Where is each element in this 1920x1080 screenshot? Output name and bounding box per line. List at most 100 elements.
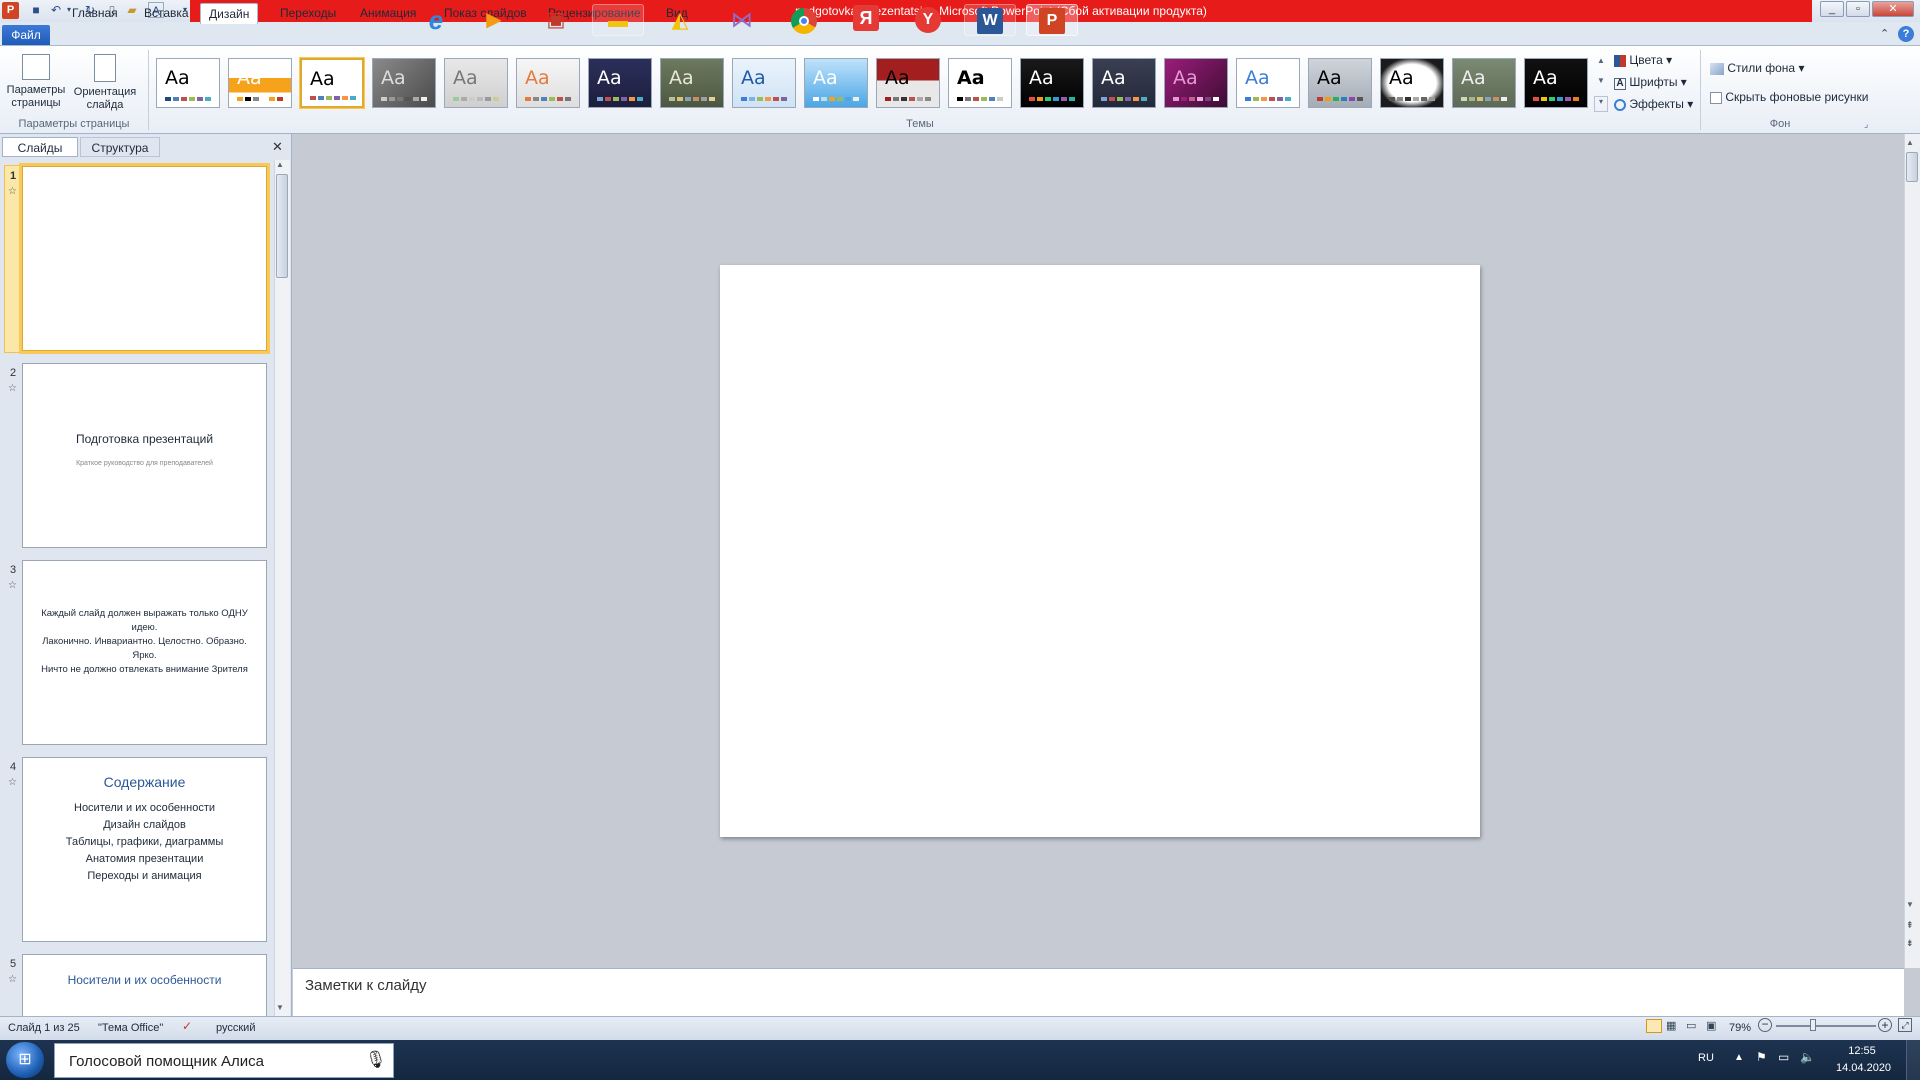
theme-thumbnail-13[interactable]: Aa bbox=[1020, 58, 1084, 108]
tab-file[interactable]: Файл bbox=[2, 25, 50, 45]
theme-name[interactable]: "Тема Office" bbox=[98, 1022, 163, 1034]
gallery-scroll-up-icon[interactable]: ▲ bbox=[1594, 56, 1608, 72]
tab-slides[interactable]: Слайды bbox=[2, 137, 78, 157]
gallery-scroll-down-icon[interactable]: ▼ bbox=[1594, 76, 1608, 92]
effects-button[interactable]: Эффекты ▾ bbox=[1614, 97, 1693, 111]
file-explorer-icon[interactable]: ▬ bbox=[592, 4, 644, 36]
language-indicator[interactable]: RU bbox=[1698, 1052, 1714, 1064]
yandex-browser-icon[interactable]: Y bbox=[902, 4, 954, 36]
winrar-icon[interactable]: ▣ bbox=[530, 4, 582, 36]
scroll-up-icon[interactable]: ▲ bbox=[1906, 138, 1914, 147]
normal-view-icon[interactable] bbox=[1646, 1019, 1662, 1033]
theme-thumbnail-6[interactable]: Aa bbox=[516, 58, 580, 108]
chrome-icon[interactable] bbox=[778, 4, 830, 36]
theme-thumbnail-3[interactable]: Aa bbox=[300, 58, 364, 108]
theme-thumbnail-16[interactable]: Aa bbox=[1236, 58, 1300, 108]
slide-sorter-icon[interactable]: ▦ bbox=[1666, 1019, 1676, 1032]
background-dialog-launcher-icon[interactable]: ⌟ bbox=[1864, 119, 1868, 130]
media-player-icon[interactable]: ▶ bbox=[468, 4, 520, 36]
theme-thumbnail-2[interactable]: Aa bbox=[228, 58, 292, 108]
tab-insert[interactable]: Вставка bbox=[136, 3, 197, 24]
theme-thumbnail-19[interactable]: Aa bbox=[1452, 58, 1516, 108]
powerpoint-taskbar-icon[interactable]: P bbox=[1026, 4, 1078, 36]
clock-date[interactable]: 14.04.2020 bbox=[1836, 1062, 1891, 1074]
reading-view-icon[interactable]: ▭ bbox=[1686, 1019, 1696, 1032]
undo-icon[interactable]: ↶ bbox=[48, 2, 64, 18]
slide-thumbnail-4[interactable]: Содержание Носители и их особенности Диз… bbox=[22, 757, 267, 942]
zoom-out-icon[interactable]: − bbox=[1758, 1018, 1772, 1032]
fonts-button[interactable]: A Шрифты ▾ bbox=[1614, 75, 1687, 90]
aimp-icon[interactable]: ◭ bbox=[654, 4, 706, 36]
theme-thumbnail-11[interactable]: Aa bbox=[876, 58, 940, 108]
show-hidden-icons-icon[interactable]: ▲ bbox=[1734, 1052, 1744, 1063]
next-slide-icon[interactable]: ⇟ bbox=[1906, 938, 1914, 949]
minimize-button[interactable]: _ bbox=[1820, 1, 1844, 17]
theme-thumbnail-18[interactable]: Aa bbox=[1380, 58, 1444, 108]
theme-thumbnail-9[interactable]: Aa bbox=[732, 58, 796, 108]
yandex-icon[interactable]: Я bbox=[840, 4, 892, 36]
spellcheck-icon[interactable]: ✓ bbox=[182, 1019, 192, 1033]
current-slide-canvas[interactable] bbox=[720, 265, 1480, 837]
fit-slide-icon[interactable]: ⤢ bbox=[1898, 1018, 1912, 1032]
tab-outline[interactable]: Структура bbox=[80, 137, 160, 157]
slides-panel-scrollbar[interactable] bbox=[274, 160, 290, 1016]
tab-home[interactable]: Главная bbox=[64, 3, 126, 24]
theme-thumbnail-14[interactable]: Aa bbox=[1092, 58, 1156, 108]
theme-thumbnail-17[interactable]: Aa bbox=[1308, 58, 1372, 108]
theme-thumbnail-1[interactable]: Aa bbox=[156, 58, 220, 108]
theme-thumbnail-12[interactable]: Aa bbox=[948, 58, 1012, 108]
volume-icon[interactable]: 🔈 bbox=[1800, 1050, 1815, 1064]
zoom-in-icon[interactable]: + bbox=[1878, 1018, 1892, 1032]
slideshow-icon[interactable]: ▣ bbox=[1706, 1019, 1716, 1032]
word-icon[interactable]: W bbox=[964, 4, 1016, 36]
theme-thumbnail-5[interactable]: Aa bbox=[444, 58, 508, 108]
theme-thumbnail-20[interactable]: Aa bbox=[1524, 58, 1588, 108]
slide-thumbnail-3[interactable]: Каждый слайд должен выражать только ОДНУ… bbox=[22, 560, 267, 745]
scroll-down-icon[interactable]: ▼ bbox=[1906, 900, 1914, 909]
fonts-label: Шрифты bbox=[1629, 75, 1678, 89]
show-desktop-button[interactable] bbox=[1906, 1040, 1920, 1080]
slide-thumbnail-5[interactable]: Носители и их особенности bbox=[22, 954, 267, 1016]
internet-explorer-icon[interactable]: e bbox=[410, 4, 462, 36]
background-styles-button[interactable]: Стили фона ▾ bbox=[1710, 61, 1804, 75]
slide-orientation-button[interactable]: Ориентация слайда bbox=[70, 52, 140, 118]
language[interactable]: русский bbox=[216, 1022, 255, 1034]
previous-slide-icon[interactable]: ⇞ bbox=[1906, 920, 1914, 931]
save-icon[interactable]: ■ bbox=[28, 2, 44, 18]
theme-thumbnail-7[interactable]: Aa bbox=[588, 58, 652, 108]
tab-transitions[interactable]: Переходы bbox=[272, 3, 344, 24]
theme-thumbnail-8[interactable]: Aa bbox=[660, 58, 724, 108]
close-button[interactable]: ✕ bbox=[1872, 1, 1914, 17]
theme-thumbnail-15[interactable]: Aa bbox=[1164, 58, 1228, 108]
theme-thumbnail-4[interactable]: Aa bbox=[372, 58, 436, 108]
scroll-down-icon[interactable]: ▼ bbox=[276, 1003, 284, 1012]
hide-background-checkbox[interactable]: Скрыть фоновые рисунки bbox=[1710, 90, 1868, 104]
visual-studio-icon[interactable]: ⋈ bbox=[716, 4, 768, 36]
colors-button[interactable]: Цвета ▾ bbox=[1614, 53, 1672, 67]
editor-scrollbar[interactable] bbox=[1904, 134, 1920, 968]
theme-thumbnail-10[interactable]: Aa bbox=[804, 58, 868, 108]
tab-design[interactable]: Дизайн bbox=[200, 3, 259, 24]
maximize-button[interactable]: ▫ bbox=[1846, 1, 1870, 17]
microphone-icon[interactable]: 🎙 bbox=[365, 1050, 387, 1070]
ribbon-collapse-icon[interactable]: ⌃ bbox=[1880, 27, 1889, 40]
scroll-thumb[interactable] bbox=[1906, 152, 1918, 182]
network-icon[interactable]: ▭ bbox=[1778, 1050, 1789, 1064]
notes-pane[interactable]: Заметки к слайду bbox=[293, 968, 1904, 1016]
scroll-thumb[interactable] bbox=[276, 174, 288, 278]
powerpoint-logo-icon[interactable]: P bbox=[2, 2, 19, 19]
action-center-flag-icon[interactable]: ⚑ bbox=[1756, 1050, 1767, 1064]
zoom-level[interactable]: 79% bbox=[1729, 1022, 1751, 1034]
alice-search-box[interactable]: Голосовой помощник Алиса 🎙 bbox=[54, 1043, 394, 1078]
start-button[interactable]: ⊞ bbox=[6, 1042, 44, 1078]
scroll-up-icon[interactable]: ▲ bbox=[276, 160, 284, 169]
slide-thumbnail-2[interactable]: Подготовка презентаций Краткое руководст… bbox=[22, 363, 267, 548]
close-panel-icon[interactable]: ✕ bbox=[272, 139, 283, 155]
page-setup-button[interactable]: Параметры страницы bbox=[4, 52, 68, 118]
zoom-slider[interactable] bbox=[1776, 1025, 1876, 1027]
slide-thumbnail-1[interactable] bbox=[22, 166, 267, 351]
help-icon[interactable]: ? bbox=[1898, 26, 1914, 42]
zoom-slider-thumb[interactable] bbox=[1810, 1019, 1816, 1031]
gallery-more-icon[interactable]: ▾ bbox=[1594, 96, 1608, 112]
clock-time[interactable]: 12:55 bbox=[1836, 1045, 1888, 1057]
